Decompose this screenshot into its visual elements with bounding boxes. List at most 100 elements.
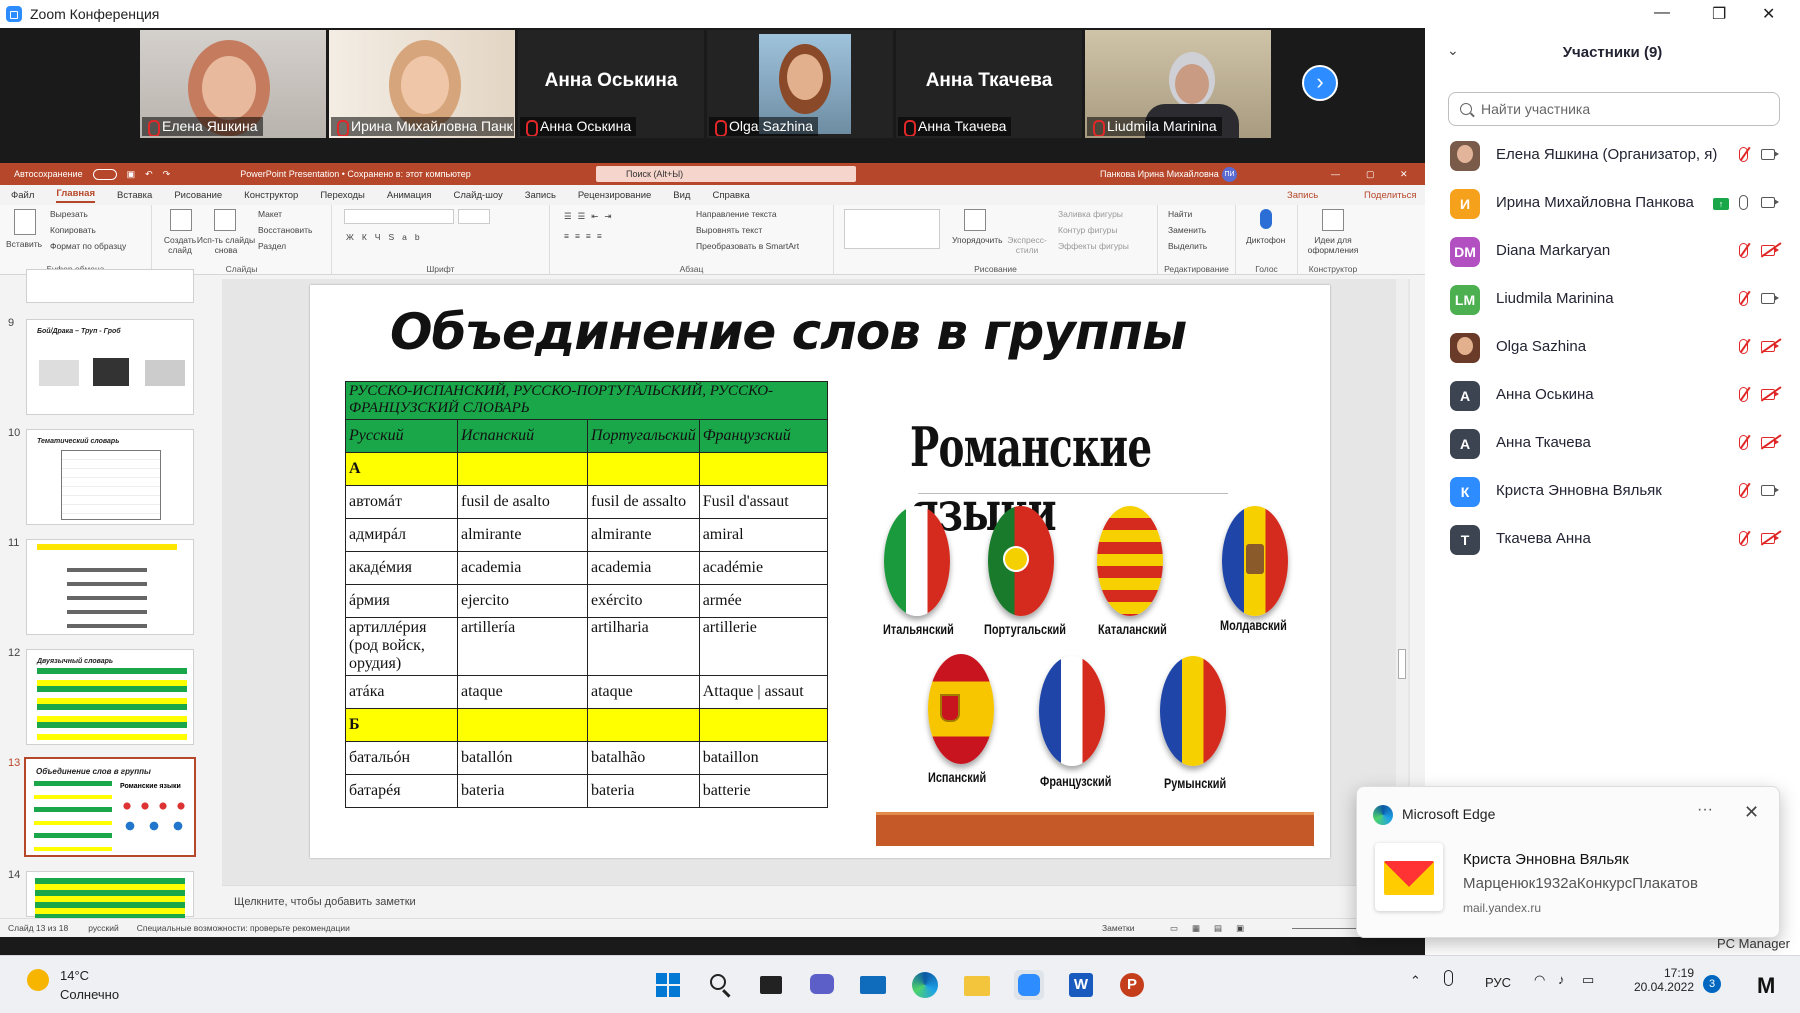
tab-insert[interactable]: Вставка <box>117 190 152 201</box>
dictate-button[interactable]: Диктофон <box>1246 235 1285 245</box>
smartart-button[interactable]: Преобразовать в SmartArt <box>696 241 799 251</box>
close-notification-icon[interactable]: ✕ <box>1744 802 1759 823</box>
microphone-tray-icon[interactable] <box>1444 970 1453 986</box>
quick-styles-button[interactable]: Экспресс-стили <box>1006 235 1048 255</box>
slide-thumbnail-pane[interactable]: 9 Бой/Драка – Труп - Гроб 10 Тематически… <box>0 269 222 918</box>
view-buttons[interactable]: ▭▦▤▣ <box>1170 923 1258 934</box>
slide-thumbnail-selected[interactable]: Объединение слов в группы Романские язык… <box>24 757 196 857</box>
arrange-button[interactable]: Упорядочить <box>952 235 1003 245</box>
chat-icon[interactable] <box>807 970 837 1000</box>
romance-languages-title[interactable]: Романские языки <box>910 415 1212 543</box>
next-page-arrow-icon[interactable]: › <box>1302 65 1338 101</box>
align-buttons[interactable]: ≡≡≡≡ <box>564 231 608 241</box>
mic-muted-icon[interactable] <box>1739 339 1748 354</box>
video-tile[interactable]: Liudmila Marinina <box>1085 30 1271 138</box>
tab-slideshow[interactable]: Слайд-шоу <box>454 190 503 201</box>
arrange-icon[interactable] <box>964 209 986 231</box>
edge-browser-icon[interactable] <box>910 970 940 1000</box>
sun-weather-icon[interactable] <box>27 969 49 991</box>
video-tile[interactable]: Анна Оськина Анна Оськина <box>518 30 704 138</box>
text-direction-button[interactable]: Направление текста <box>696 209 777 219</box>
slide-thumbnail[interactable] <box>26 269 194 303</box>
font-size-select[interactable] <box>458 209 490 224</box>
user-avatar[interactable]: ПИ <box>1222 166 1237 182</box>
mic-icon[interactable] <box>1739 195 1748 210</box>
close-icon[interactable]: ✕ <box>1400 169 1408 180</box>
tab-animations[interactable]: Анимация <box>387 190 432 201</box>
slide-thumbnail[interactable]: Тематический словарь <box>26 429 194 525</box>
redo-icon[interactable]: ↷ <box>163 169 171 180</box>
mic-muted-icon[interactable] <box>1739 531 1748 546</box>
cut-button[interactable]: Вырезать <box>50 209 88 219</box>
shape-effects-button[interactable]: Эффекты фигуры <box>1058 241 1129 251</box>
video-tile[interactable]: Елена Яшкина <box>140 30 326 138</box>
more-options-icon[interactable]: ··· <box>1697 801 1713 819</box>
mic-muted-icon[interactable] <box>1739 387 1748 402</box>
input-language[interactable]: РУС <box>1485 975 1511 990</box>
battery-icon[interactable]: ▭ <box>1582 972 1594 988</box>
designer-icon[interactable] <box>1322 209 1344 231</box>
task-view-icon[interactable] <box>756 970 786 1000</box>
shape-outline-button[interactable]: Контур фигуры <box>1058 225 1117 235</box>
font-family-select[interactable] <box>344 209 454 224</box>
reuse-slides-button[interactable]: Исп-ть слайды снова <box>196 235 256 255</box>
participant-row[interactable]: А Анна Ткачева <box>1425 419 1800 467</box>
tab-home[interactable]: Главная <box>56 188 95 203</box>
taskbar-clock[interactable]: 17:19 20.04.2022 <box>1630 966 1694 994</box>
tab-view[interactable]: Вид <box>673 190 690 201</box>
file-explorer-icon[interactable] <box>962 970 992 1000</box>
video-tile-active-speaker[interactable]: Ирина Михайловна Панк... <box>329 30 515 138</box>
notes-pane[interactable]: Щелкните, чтобы добавить заметки <box>222 885 1410 918</box>
autosave-toggle[interactable] <box>92 168 117 180</box>
accessibility-status[interactable]: Специальные возможности: проверьте реком… <box>137 923 350 933</box>
weather-description[interactable]: Солнечно <box>60 987 119 1002</box>
participant-row[interactable]: LM Liudmila Marinina <box>1425 275 1800 323</box>
tab-record[interactable]: Запись <box>525 190 556 201</box>
camera-icon[interactable] <box>1761 293 1779 304</box>
participant-row[interactable]: К Криста Энновна Вяльяк <box>1425 467 1800 515</box>
restore-window-icon[interactable]: ❐ <box>1712 4 1726 24</box>
start-windows-icon[interactable] <box>653 970 683 1000</box>
camera-off-icon[interactable] <box>1761 245 1779 256</box>
mic-muted-icon[interactable] <box>1739 147 1748 162</box>
slide-thumbnail[interactable]: Бой/Драка – Труп - Гроб <box>26 319 194 415</box>
font-format-buttons[interactable]: ЖКЧSab <box>346 232 428 242</box>
shape-fill-button[interactable]: Заливка фигуры <box>1058 209 1123 219</box>
zoom-app-icon[interactable] <box>1014 970 1044 1000</box>
tab-file[interactable]: Файл <box>11 190 34 201</box>
ppt-search-box[interactable]: Поиск (Alt+Ы) <box>596 166 856 182</box>
show-hidden-icons-chevron[interactable]: ⌃ <box>1410 973 1421 989</box>
share-button[interactable]: Поделиться <box>1364 190 1416 201</box>
close-window-icon[interactable]: ✕ <box>1762 4 1775 24</box>
camera-icon[interactable] <box>1761 197 1779 208</box>
participant-search-input[interactable]: Найти участника <box>1448 92 1780 126</box>
replace-button[interactable]: Заменить <box>1168 225 1206 235</box>
paste-icon[interactable] <box>14 209 36 235</box>
video-tile[interactable]: Olga Sazhina <box>707 30 893 138</box>
camera-off-icon[interactable] <box>1761 389 1779 400</box>
search-icon[interactable] <box>705 970 735 1000</box>
find-button[interactable]: Найти <box>1168 209 1192 219</box>
participant-row[interactable]: Елена Яшкина (Организатор, я) <box>1425 131 1800 179</box>
language-status[interactable]: русский <box>88 923 119 933</box>
select-button[interactable]: Выделить <box>1168 241 1207 251</box>
shapes-gallery[interactable] <box>844 209 940 249</box>
mic-muted-icon[interactable] <box>1739 291 1748 306</box>
microphone-icon[interactable] <box>1260 209 1272 229</box>
tab-help[interactable]: Справка <box>712 190 749 201</box>
weather-temperature[interactable]: 14°C <box>60 968 89 983</box>
camera-off-icon[interactable] <box>1761 341 1779 352</box>
powerpoint-app-icon[interactable]: P <box>1117 970 1147 1000</box>
record-button[interactable]: Запись <box>1287 190 1318 201</box>
maximize-icon[interactable]: ▢ <box>1366 169 1375 180</box>
participant-row[interactable]: И Ирина Михайловна Панкова ↑ <box>1425 179 1800 227</box>
undo-icon[interactable]: ↶ <box>145 169 153 180</box>
slide-thumbnail[interactable]: Двуязычный словарь <box>26 649 194 745</box>
slide-thumbnail[interactable] <box>26 539 194 635</box>
align-text-button[interactable]: Выровнять текст <box>696 225 762 235</box>
format-painter-button[interactable]: Формат по образцу <box>50 241 126 251</box>
mic-muted-icon[interactable] <box>1739 243 1748 258</box>
copilot-icon[interactable]: M <box>1757 973 1775 999</box>
participant-row[interactable]: DM Diana Markaryan <box>1425 227 1800 275</box>
new-slide-icon[interactable] <box>170 209 192 231</box>
